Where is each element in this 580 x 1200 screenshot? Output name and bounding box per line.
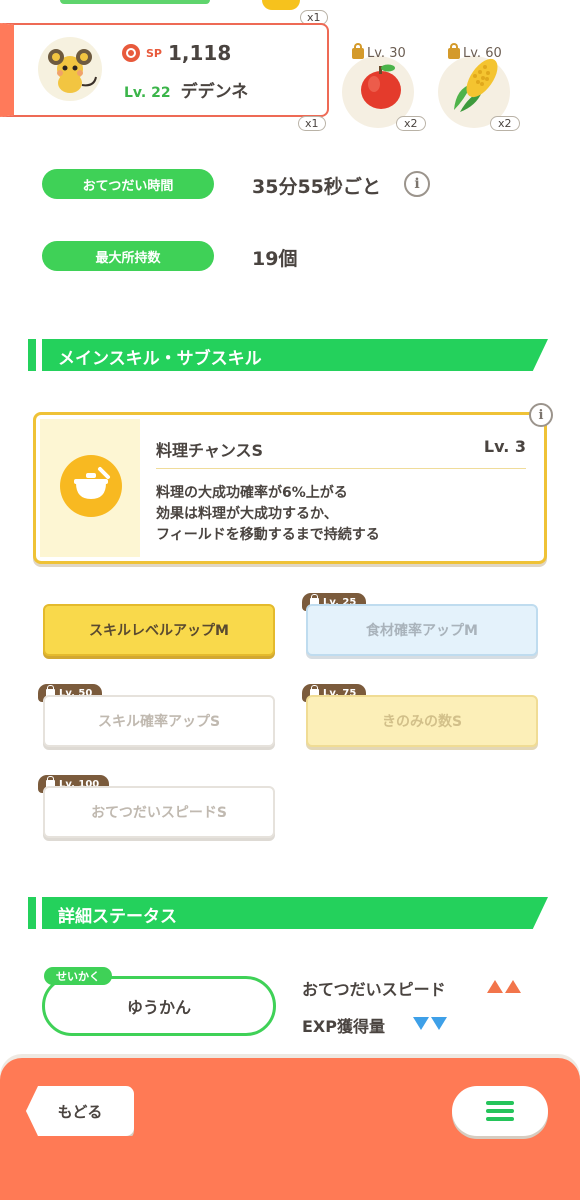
pokemon-card[interactable]: SP 1,118 Lv. 22 デデンネ [0,23,329,117]
skills-section-header: メインスキル・サブスキル [28,339,548,371]
hamburger-icon [486,1101,514,1121]
nature-box[interactable]: ゆうかん [42,976,276,1036]
help-time-value: 35分55秒ごと [252,176,381,198]
status-section-header: 詳細ステータス [28,897,548,929]
ingredient-count: x2 [490,116,520,131]
skills-section-title: メインスキル・サブスキル [58,349,262,369]
divider [156,468,526,469]
up-stat-label: おてつだいスピード [302,980,446,999]
menu-button[interactable] [452,1086,548,1136]
level-row: Lv. 22 デデンネ [124,77,248,102]
pokemon-count-badge: x1 [298,116,326,131]
sub-skill-button[interactable]: スキルレベルアップM [43,604,275,656]
max-carry-label: 最大所持数 [42,241,214,271]
sp-value: 1,118 [167,41,232,65]
main-skill-name: 料理チャンスS [156,441,264,460]
main-skill-card[interactable]: 料理チャンスS Lv. 3 料理の大成功確率が6%上がる 効果は料理が大成功する… [33,412,547,564]
back-button[interactable]: もどる [26,1086,134,1136]
main-skill-icon-panel [40,419,140,557]
max-carry-value: 19個 [252,248,298,270]
nature-tag: せいかく [44,967,112,985]
sub-skill-button[interactable]: スキル確率アップS [43,695,275,747]
down-stat-label: EXP獲得量 [302,1017,385,1036]
pokemon-level: Lv. 22 [124,85,171,101]
help-time-info-icon[interactable]: i [404,171,430,197]
ingredient-count: x2 [396,116,426,131]
pokeball-icon [122,44,140,62]
top-green-bar [60,0,210,4]
sub-skill-button[interactable]: おてつだいスピードS [43,786,275,838]
pokemon-avatar [38,37,102,101]
sp-label: SP [146,46,162,60]
sub-skill-button[interactable]: きのみの数S [306,695,538,747]
sp-row: SP 1,118 [122,41,231,65]
down-arrows-icon [413,1017,447,1030]
help-time-label: おてつだい時間 [42,169,214,199]
top-partial-pokemon [262,0,300,10]
pokemon-name: デデンネ [180,82,249,102]
main-skill-level: Lv. 3 [483,437,526,456]
status-section-title: 詳細ステータス [58,907,177,927]
cooking-pot-icon [60,455,122,517]
sub-skill-button[interactable]: 食材確率アップM [306,604,538,656]
main-skill-description: 料理の大成功確率が6%上がる 効果は料理が大成功するか、 フィールドを移動するま… [156,485,380,543]
up-arrows-icon [487,980,521,993]
main-skill-info-icon[interactable]: i [529,403,553,427]
